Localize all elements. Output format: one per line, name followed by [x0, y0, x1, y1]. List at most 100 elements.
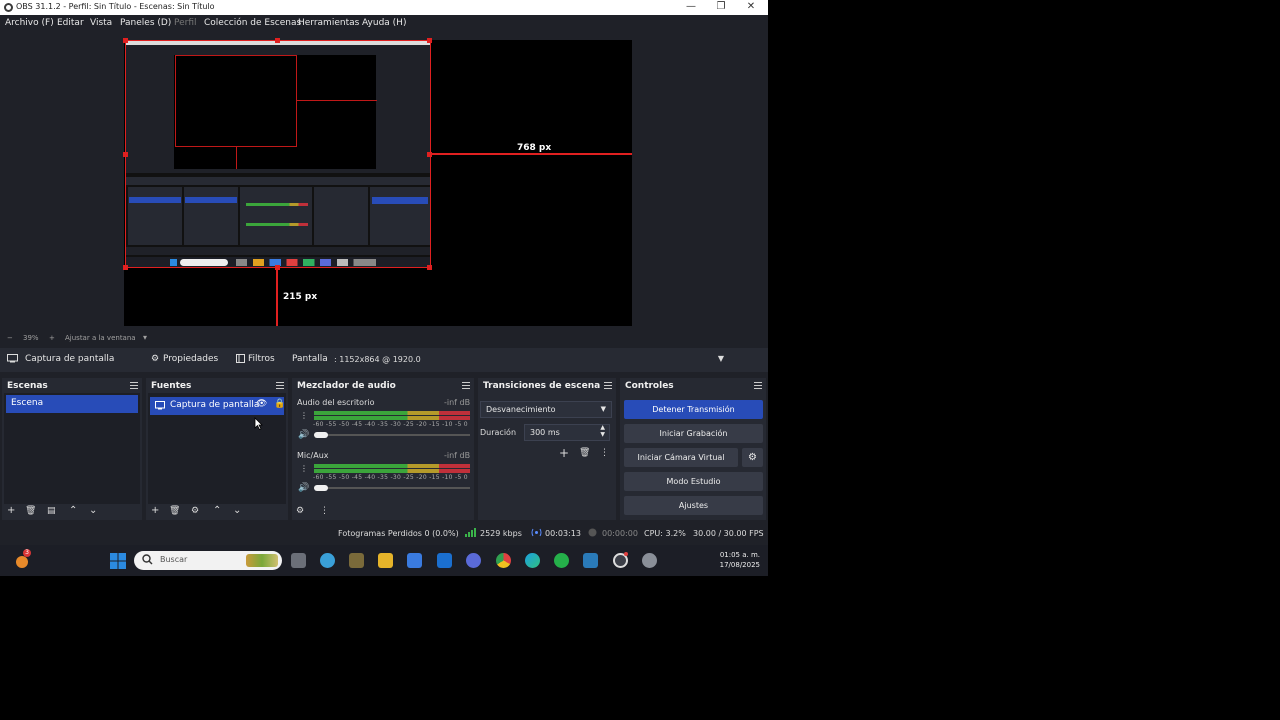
stop-stream-button[interactable]: Detener Transmisión — [624, 400, 763, 419]
nested-search — [180, 259, 228, 266]
menu-vista[interactable]: Vista — [90, 18, 112, 28]
minimize-button[interactable]: — — [676, 0, 706, 15]
photos-icon[interactable] — [583, 553, 598, 568]
mixer-title: Mezclador de audio — [297, 381, 396, 391]
mixer-menu-icon[interactable]: ⋮ — [320, 506, 329, 516]
add-source-plus-icon[interactable]: + — [151, 505, 159, 516]
settings-taskbar-icon[interactable] — [642, 553, 657, 568]
lock-icon[interactable]: 🔒 — [274, 399, 285, 409]
maximize-button[interactable]: ❐ — [706, 0, 736, 15]
add-transition-plus-icon[interactable]: + — [559, 446, 569, 460]
file-explorer-icon[interactable] — [378, 553, 393, 568]
zoom-chevron-down-icon[interactable]: ▾ — [143, 333, 147, 342]
menu-paneles[interactable]: Paneles (D) — [120, 18, 171, 28]
nested-width-line — [297, 100, 377, 101]
remove-transition-trash-icon[interactable]: 🗑 — [579, 448, 590, 458]
settings-button[interactable]: Ajustes — [624, 496, 763, 515]
eye-icon[interactable]: 👁 — [256, 399, 267, 409]
filters-button[interactable]: Filtros — [248, 354, 275, 364]
move-source-up-icon[interactable]: ⌃ — [213, 505, 221, 516]
duration-spinbox[interactable]: 300 ms ▲ ▼ — [524, 424, 610, 441]
source-item[interactable]: Captura de pantalla 👁 🔒 — [150, 397, 285, 415]
channel-mic-menu-icon[interactable]: ⋮ — [300, 464, 308, 473]
resize-handle-top-right[interactable] — [427, 38, 432, 43]
resize-handle-left[interactable] — [123, 152, 128, 157]
resize-handle-bottom-right[interactable] — [427, 265, 432, 270]
channel-desktop-audio-menu-icon[interactable]: ⋮ — [300, 411, 308, 420]
display-select[interactable]: : 1152x864 @ 1920.0 ▼ — [330, 352, 730, 368]
edge-copilot-icon[interactable] — [320, 553, 335, 568]
monitor-icon — [7, 354, 18, 363]
scenes-dock: Escenas Escena + 🗑 ▤ ⌃ ⌄ — [2, 378, 142, 520]
virtual-cam-settings-gear-icon[interactable]: ⚙ — [742, 448, 763, 467]
microsoft-store-icon[interactable] — [407, 553, 422, 568]
channel-mic-meter-bottom — [314, 469, 470, 473]
menu-herramientas[interactable]: Herramientas — [298, 18, 359, 28]
mixer-link-icon[interactable]: ⚙ — [296, 506, 304, 516]
add-scene-plus-icon[interactable]: + — [7, 505, 15, 516]
resize-handle-bottom-left[interactable] — [123, 265, 128, 270]
close-button[interactable]: ✕ — [736, 0, 766, 15]
menu-editar[interactable]: Editar — [57, 18, 84, 28]
zoom-out-button[interactable]: − — [7, 334, 13, 342]
title-bar: OBS 31.1.2 - Perfil: Sin Título - Escena… — [0, 0, 768, 15]
sources-list[interactable]: Captura de pantalla 👁 🔒 — [148, 393, 286, 504]
properties-button[interactable]: Propiedades — [163, 354, 218, 364]
menu-perfil[interactable]: Perfil — [174, 18, 197, 28]
screen-capture-source[interactable] — [125, 40, 431, 268]
source-settings-gear-icon[interactable]: ⚙ — [191, 506, 199, 516]
zoom-mode-select[interactable]: Ajustar a la ventana — [65, 334, 136, 342]
speaker-icon[interactable]: 🔊 — [298, 430, 309, 440]
scenes-dock-menu-icon[interactable] — [130, 382, 138, 389]
menu-archivo[interactable]: Archivo (F) — [5, 18, 54, 28]
discord-icon[interactable] — [466, 553, 481, 568]
channel-desktop-audio-slider-knob[interactable] — [314, 432, 328, 438]
controls-dock-menu-icon[interactable] — [754, 382, 762, 389]
chrome-icon[interactable] — [496, 553, 511, 568]
channel-desktop-audio-db: -inf dB — [444, 398, 471, 407]
nested-scenes-dock — [128, 187, 182, 245]
mixer-dock-menu-icon[interactable] — [462, 382, 470, 389]
minecraft-icon[interactable] — [349, 553, 364, 568]
nested-sources-dock — [184, 187, 238, 245]
menu-coleccion-escenas[interactable]: Colección de Escenas — [204, 18, 301, 28]
studio-mode-button[interactable]: Modo Estudio — [624, 472, 763, 491]
resize-handle-top-left[interactable] — [123, 38, 128, 43]
move-source-down-icon[interactable]: ⌄ — [233, 505, 241, 516]
scenes-list[interactable]: Escena — [4, 393, 140, 504]
transitions-dock-menu-icon[interactable] — [604, 382, 612, 389]
channel-mic-slider-track[interactable] — [314, 487, 470, 489]
taskbar-clock[interactable]: 01:05 a. m. 17/08/2025 — [700, 550, 760, 570]
edge-icon[interactable] — [525, 553, 540, 568]
channel-desktop-audio-scale: -60 -55 -50 -45 -40 -35 -30 -25 -20 -15 … — [313, 421, 468, 428]
start-recording-button[interactable]: Iniciar Grabación — [624, 424, 763, 443]
windows-start-icon[interactable] — [110, 553, 126, 569]
transition-select[interactable]: Desvanecimiento ▼ — [480, 401, 612, 418]
stream-time: 00:03:13 — [545, 529, 581, 538]
sources-dock-menu-icon[interactable] — [276, 382, 284, 389]
zoom-in-button[interactable]: + — [49, 334, 55, 342]
move-scene-up-icon[interactable]: ⌃ — [69, 505, 77, 516]
task-view-icon[interactable] — [291, 553, 306, 568]
taskbar-search[interactable]: Buscar — [134, 551, 282, 570]
whatsapp-icon[interactable] — [554, 553, 569, 568]
remove-scene-trash-icon[interactable]: 🗑 — [25, 506, 36, 516]
nested-status-bar — [126, 247, 430, 255]
channel-mic-slider-knob[interactable] — [314, 485, 328, 491]
display-label: Pantalla — [292, 354, 328, 364]
spin-arrows-icon[interactable]: ▲ ▼ — [600, 424, 605, 438]
remove-source-trash-icon[interactable]: 🗑 — [169, 506, 180, 516]
channel-desktop-audio-slider-track[interactable] — [314, 434, 470, 436]
scene-item[interactable]: Escena — [6, 395, 138, 413]
menu-ayuda[interactable]: Ayuda (H) — [362, 18, 406, 28]
scene-filters-icon[interactable]: ▤ — [47, 506, 56, 516]
nested-source-selected — [185, 197, 237, 203]
mouse-cursor-icon — [254, 417, 263, 430]
transition-menu-icon[interactable]: ⋮ — [600, 448, 609, 458]
signal-bars-icon — [465, 528, 476, 537]
move-scene-down-icon[interactable]: ⌄ — [89, 505, 97, 516]
start-virtual-cam-button[interactable]: Iniciar Cámara Virtual — [624, 448, 738, 467]
speaker-icon[interactable]: 🔊 — [298, 483, 309, 493]
outlook-icon[interactable] — [437, 553, 452, 568]
resize-handle-top[interactable] — [275, 38, 280, 43]
